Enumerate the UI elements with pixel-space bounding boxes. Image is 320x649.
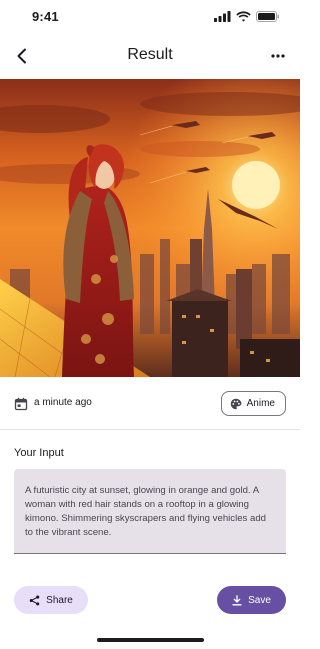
home-indicator: [97, 638, 204, 642]
input-section-label: Your Input: [14, 447, 64, 459]
status-bar: 9:41: [0, 0, 300, 36]
save-button[interactable]: Save: [217, 586, 286, 614]
generated-image[interactable]: [0, 79, 300, 377]
cellular-signal-icon: [214, 11, 231, 22]
status-time: 9:41: [32, 9, 59, 24]
share-button-label: Share: [46, 594, 73, 606]
style-chip-label: Anime: [246, 398, 275, 409]
app-bar: Result: [0, 38, 300, 74]
result-screen: 9:41 Result a minute ago Anime Your Inpu…: [0, 0, 300, 649]
prompt-text-box: A futuristic city at sunset, glowing in …: [14, 469, 286, 554]
battery-icon: [256, 11, 279, 22]
created-timestamp: a minute ago: [34, 397, 92, 408]
section-divider: [0, 429, 300, 430]
palette-icon: [230, 398, 242, 409]
download-icon: [232, 594, 242, 605]
status-icons: [214, 11, 280, 22]
page-title: Result: [127, 46, 173, 63]
meta-row: a minute ago Anime: [0, 377, 300, 429]
more-horizontal-icon: [271, 54, 285, 58]
calendar-icon: [14, 397, 28, 411]
wifi-icon: [236, 11, 251, 22]
share-button[interactable]: Share: [14, 586, 88, 614]
save-button-label: Save: [248, 594, 271, 606]
more-options-button[interactable]: [266, 44, 290, 68]
share-icon: [29, 595, 40, 605]
style-chip-anime[interactable]: Anime: [220, 391, 286, 416]
